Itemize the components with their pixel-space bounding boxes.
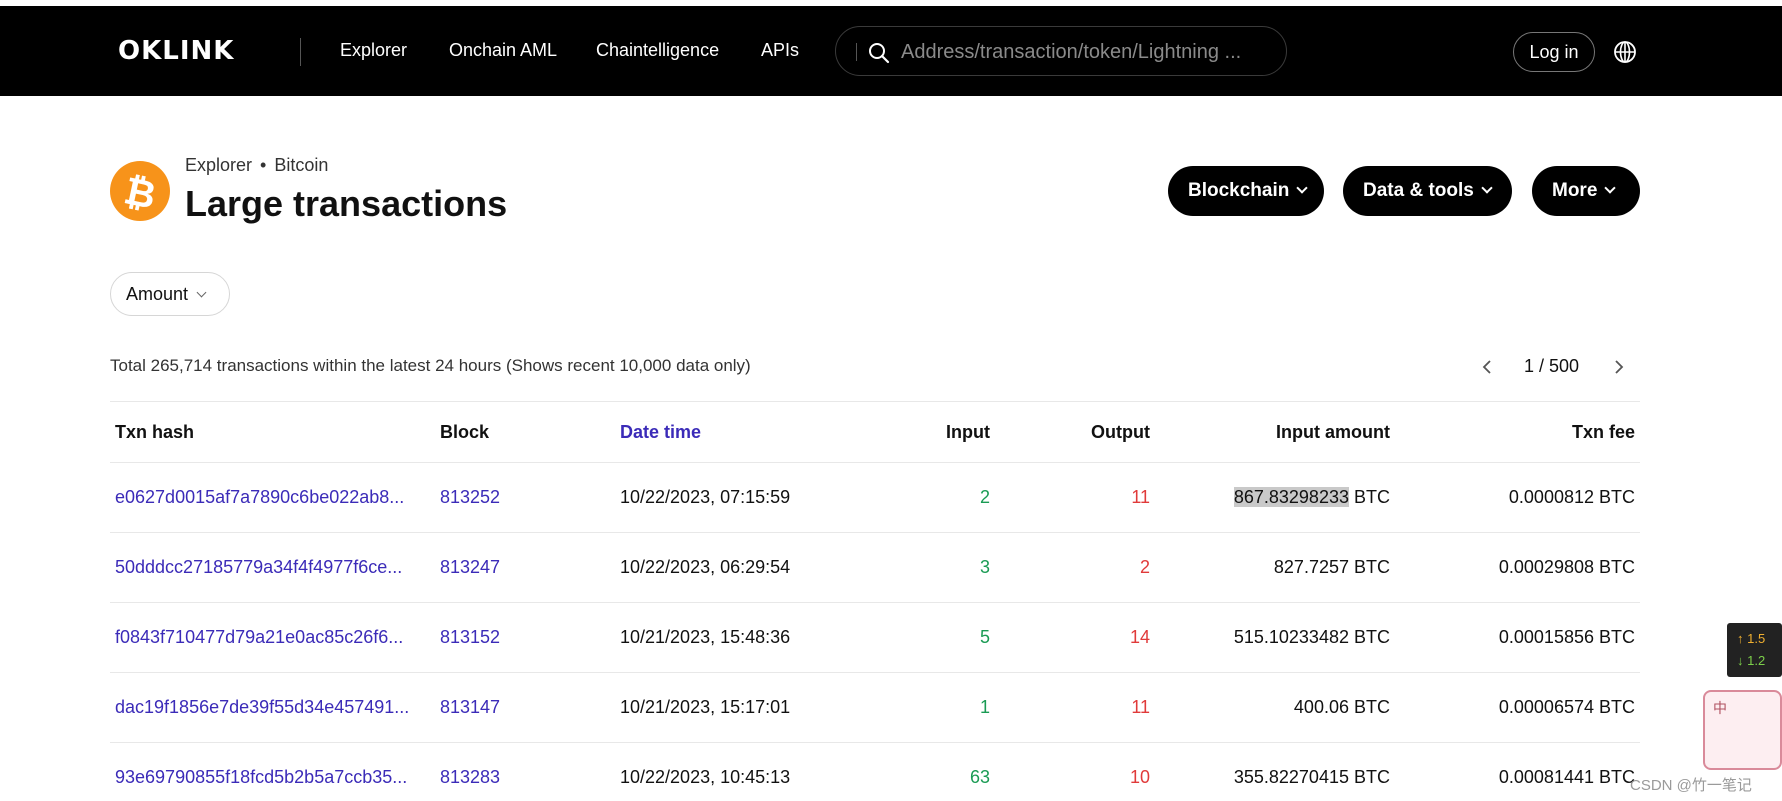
txn-datetime: 10/21/2023, 15:17:01 <box>620 697 791 717</box>
nav-explorer[interactable]: Explorer <box>340 40 407 61</box>
search-icon <box>869 43 890 64</box>
page-indicator: 1 / 500 <box>1524 356 1580 376</box>
breadcrumb: Explorer • Bitcoin <box>185 155 328 176</box>
input-amount-unit: BTC <box>1354 627 1390 647</box>
nav-onchain-aml[interactable]: Onchain AML <box>449 40 557 61</box>
txn-output-count: 11 <box>1131 487 1150 507</box>
input-amount-unit: BTC <box>1354 557 1390 577</box>
column-header-txn-fee: Txn fee <box>1571 422 1635 442</box>
total-transactions-text: Total 265,714 transactions within the la… <box>110 356 751 375</box>
column-header-date-time[interactable]: Date time <box>620 422 701 443</box>
txn-output-count: 10 <box>1129 767 1150 787</box>
block-link[interactable]: 813152 <box>440 627 500 648</box>
input-amount-value: 515.10233482 <box>1233 627 1349 647</box>
txn-datetime: 10/22/2023, 10:45:13 <box>620 767 791 787</box>
txn-input-amount: 867.83298233 BTC <box>1233 487 1390 508</box>
mascot-widget[interactable]: 中 <box>1703 690 1782 770</box>
txn-input-count: 2 <box>979 487 990 507</box>
txn-output-count: 2 <box>1139 557 1150 577</box>
download-speed: ↓ 1.2 <box>1737 653 1766 668</box>
amount-filter-label: Amount <box>126 284 189 304</box>
search-divider <box>856 43 857 61</box>
search-input[interactable] <box>901 37 1271 67</box>
txn-datetime: 10/21/2023, 15:48:36 <box>620 627 791 647</box>
page-title: Large transactions <box>185 183 508 224</box>
input-amount-value: 867.83298233 <box>1233 487 1349 507</box>
more-menu-button[interactable]: More <box>1532 166 1640 216</box>
txn-fee: 0.00081441 BTC <box>1498 767 1635 787</box>
input-amount-value: 355.82270415 <box>1233 767 1349 787</box>
chevron-left-icon[interactable] <box>1480 357 1494 377</box>
txn-hash-link[interactable]: dac19f1856e7de39f55d34e457491... <box>115 697 409 718</box>
nav-chaintelligence[interactable]: Chaintelligence <box>596 40 719 61</box>
txn-input-count: 1 <box>979 697 990 717</box>
amount-filter-dropdown[interactable]: Amount <box>110 272 230 316</box>
data-tools-menu-label: Data & tools <box>1363 180 1474 201</box>
input-amount-unit: BTC <box>1354 767 1390 787</box>
data-tools-menu-button[interactable]: Data & tools <box>1343 166 1512 216</box>
table-top-border <box>110 401 1640 402</box>
block-link[interactable]: 813147 <box>440 697 500 718</box>
breadcrumb-bitcoin[interactable]: Bitcoin <box>274 155 328 175</box>
oklink-logo[interactable]: OKLINK <box>118 36 234 66</box>
nav-apis[interactable]: APIs <box>761 40 799 61</box>
bitcoin-icon: ₿ <box>110 161 170 221</box>
input-amount-value: 827.7257 <box>1273 557 1349 577</box>
globe-icon[interactable] <box>1613 40 1637 64</box>
row-divider <box>110 532 1640 533</box>
nav-divider <box>300 38 301 66</box>
breadcrumb-explorer[interactable]: Explorer <box>185 155 252 175</box>
txn-output-count: 14 <box>1129 627 1150 647</box>
column-header-input-amount: Input amount <box>1276 422 1390 442</box>
txn-input-amount: 827.7257 BTC <box>1274 557 1390 578</box>
txn-hash-link[interactable]: 93e69790855f18fcd5b2b5a7ccb35... <box>115 767 407 788</box>
txn-fee: 0.00029808 BTC <box>1498 557 1635 577</box>
chevron-down-icon <box>1604 182 1617 194</box>
chevron-down-icon <box>1481 182 1493 194</box>
txn-fee: 0.0000812 BTC <box>1508 487 1635 507</box>
column-header-output: Output <box>1091 422 1150 442</box>
txn-input-amount: 515.10233482 BTC <box>1234 627 1390 648</box>
txn-input-amount: 400.06 BTC <box>1294 697 1390 718</box>
search-box[interactable] <box>835 26 1287 76</box>
txn-input-count: 5 <box>979 627 990 647</box>
txn-hash-link[interactable]: f0843f710477d79a21e0ac85c26f6... <box>115 627 403 648</box>
txn-fee: 0.00006574 BTC <box>1498 697 1635 717</box>
column-header-block: Block <box>440 422 490 442</box>
more-menu-label: More <box>1552 180 1598 201</box>
chevron-down-icon <box>196 287 207 298</box>
row-divider <box>110 672 1640 673</box>
column-header-txn-hash: Txn hash <box>115 422 195 442</box>
blockchain-menu-button[interactable]: Blockchain <box>1168 166 1324 216</box>
network-speed-widget[interactable]: ↑ 1.5 ↓ 1.2 <box>1727 623 1782 677</box>
mascot-char: 中 <box>1713 700 1727 716</box>
txn-input-count: 3 <box>979 557 990 577</box>
row-divider <box>110 602 1640 603</box>
txn-datetime: 10/22/2023, 06:29:54 <box>620 557 791 577</box>
txn-output-count: 11 <box>1131 697 1150 717</box>
column-header-input: Input <box>946 422 990 442</box>
blockchain-menu-label: Blockchain <box>1188 180 1290 201</box>
txn-input-count: 63 <box>969 767 990 787</box>
block-link[interactable]: 813252 <box>440 487 500 508</box>
table-header-border <box>110 462 1640 463</box>
input-amount-value: 400.06 <box>1293 697 1349 717</box>
block-link[interactable]: 813283 <box>440 767 500 788</box>
block-link[interactable]: 813247 <box>440 557 500 578</box>
breadcrumb-dot: • <box>260 155 267 175</box>
txn-fee: 0.00015856 BTC <box>1498 627 1635 647</box>
chevron-down-icon <box>1296 182 1309 194</box>
login-button[interactable]: Log in <box>1513 32 1595 72</box>
txn-hash-link[interactable]: 50dddcc27185779a34f4f4977f6ce... <box>115 557 402 578</box>
txn-input-amount: 355.82270415 BTC <box>1234 767 1390 788</box>
txn-hash-link[interactable]: e0627d0015af7a7890c6be022ab8... <box>115 487 404 508</box>
input-amount-unit: BTC <box>1354 487 1390 507</box>
top-navbar: OKLINK Explorer Onchain AML Chaintellige… <box>0 6 1782 96</box>
txn-datetime: 10/22/2023, 07:15:59 <box>620 487 791 507</box>
input-amount-unit: BTC <box>1354 697 1390 717</box>
upload-speed: ↑ 1.5 <box>1737 631 1766 646</box>
chevron-right-icon[interactable] <box>1612 357 1626 377</box>
watermark: CSDN @竹一笔记 <box>1630 777 1752 794</box>
row-divider <box>110 742 1640 743</box>
